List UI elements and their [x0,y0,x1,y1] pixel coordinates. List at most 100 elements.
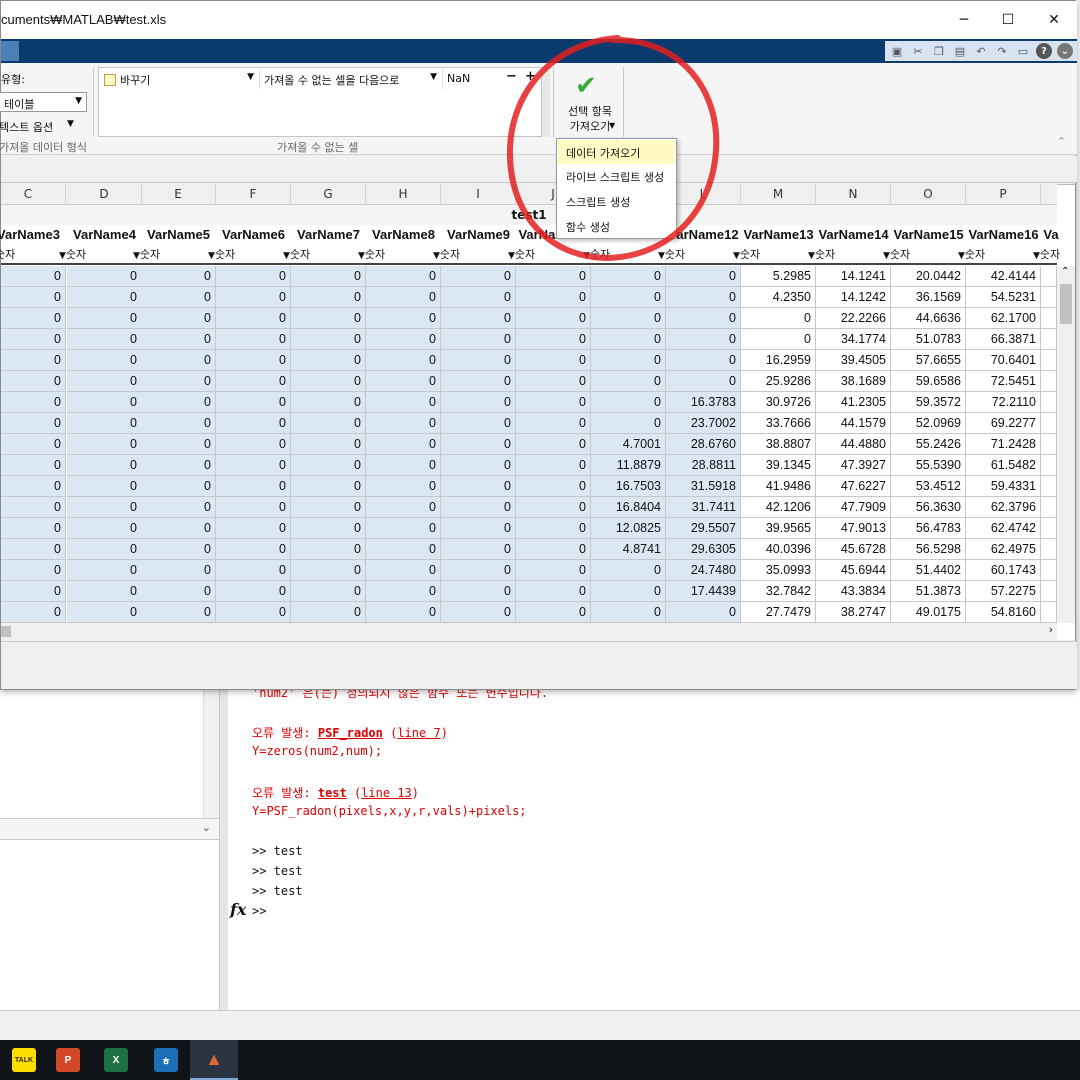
table-cell[interactable] [1041,497,1057,518]
table-cell[interactable]: 12.0825 [591,518,666,539]
minimize-button[interactable]: ─ [941,1,987,39]
table-cell[interactable]: 47.9013 [816,518,891,539]
table-cell[interactable]: 0 [291,413,366,434]
table-cell[interactable] [1041,266,1057,287]
table-cell[interactable]: 0 [1,392,66,413]
rule-value-input[interactable]: NaN [442,69,502,89]
table-cell[interactable]: 0 [141,392,216,413]
table-cell[interactable]: 14.1242 [816,287,891,308]
table-cell[interactable]: 0 [366,602,441,623]
table-cell[interactable]: 16.8404 [591,497,666,518]
table-cell[interactable] [1041,581,1057,602]
table-cell[interactable]: 51.0783 [891,329,966,350]
table-cell[interactable]: 0 [141,581,216,602]
taskbar-powerpoint[interactable]: P [44,1040,92,1080]
table-cell[interactable]: 43.3834 [816,581,891,602]
table-cell[interactable]: 44.4880 [816,434,891,455]
variable-name-header[interactable]: VarName14 [816,225,891,245]
table-cell[interactable]: 0 [67,266,142,287]
rule-list[interactable]: 바꾸기 ▼ 가져올 수 없는 셀을 다음으로 ▼ NaN − + [98,67,542,137]
table-cell[interactable]: 0 [67,455,142,476]
table-cell[interactable] [1041,287,1057,308]
table-cell[interactable]: 32.7842 [741,581,816,602]
variable-type-dropdown[interactable]: ▼숫자 [583,245,658,265]
table-cell[interactable]: 0 [291,497,366,518]
chevron-down-icon[interactable]: ⌄ [202,821,211,834]
table-cell[interactable] [1041,308,1057,329]
table-cell[interactable]: 0 [516,602,591,623]
table-cell[interactable]: 0 [441,455,516,476]
table-cell[interactable]: 38.2747 [816,602,891,623]
table-cell[interactable]: 0 [291,392,366,413]
table-cell[interactable]: 47.3927 [816,455,891,476]
table-cell[interactable]: 0 [1,539,66,560]
table-cell[interactable]: 4.8741 [591,539,666,560]
scroll-right-icon[interactable]: › [1049,623,1053,636]
table-cell[interactable]: 0 [666,371,741,392]
table-cell[interactable]: 70.6401 [966,350,1041,371]
column-letter[interactable]: G [291,184,366,205]
menu-item-import-data[interactable]: 데이터 가져오기 [558,140,675,164]
table-cell[interactable]: 24.7480 [666,560,741,581]
table-cell[interactable]: 0 [216,539,291,560]
table-cell[interactable]: 0 [67,539,142,560]
table-cell[interactable]: 16.7503 [591,476,666,497]
table-cell[interactable]: 0 [1,434,66,455]
tab-import[interactable] [1,41,19,61]
table-cell[interactable]: 0 [441,308,516,329]
table-cell[interactable]: 5.2985 [741,266,816,287]
variable-name-header[interactable]: VarName4 [67,225,142,245]
function-browser-icon[interactable]: fx [230,900,246,919]
table-cell[interactable]: 0 [216,413,291,434]
remove-rule-button[interactable]: − [506,69,517,84]
menu-item-live-script[interactable]: 라이브 스크립트 생성 [558,164,675,188]
table-cell[interactable] [1041,392,1057,413]
table-cell[interactable]: 30.9726 [741,392,816,413]
table-cell[interactable]: 0 [516,308,591,329]
expand-icon[interactable]: ⌄ [1057,43,1073,59]
table-cell[interactable]: 0 [366,497,441,518]
panel-separator[interactable]: ⌄ [0,818,219,840]
table-cell[interactable] [1041,350,1057,371]
table-cell[interactable]: 0 [516,518,591,539]
table-cell[interactable]: 23.7002 [666,413,741,434]
table-cell[interactable]: 0 [366,392,441,413]
table-cell[interactable]: 0 [516,392,591,413]
table-cell[interactable]: 0 [591,350,666,371]
menu-item-function[interactable]: 함수 생성 [558,214,675,238]
table-cell[interactable]: 0 [67,476,142,497]
table-cell[interactable]: 0 [666,308,741,329]
table-cell[interactable]: 69.2277 [966,413,1041,434]
error-line-link[interactable]: line 7 [397,726,440,740]
table-cell[interactable]: 0 [141,476,216,497]
panel-splitter[interactable] [220,690,228,1010]
table-cell[interactable]: 0 [291,329,366,350]
copy-icon[interactable]: ❐ [931,43,947,59]
table-cell[interactable]: 0 [141,539,216,560]
table-cell[interactable]: 31.7411 [666,497,741,518]
table-cell[interactable]: 0 [366,455,441,476]
table-cell[interactable]: 0 [67,371,142,392]
table-cell[interactable]: 57.6655 [891,350,966,371]
table-cell[interactable]: 71.2428 [966,434,1041,455]
column-letter[interactable]: I [441,184,516,205]
table-cell[interactable]: 0 [141,308,216,329]
table-cell[interactable]: 41.9486 [741,476,816,497]
table-cell[interactable]: 0 [216,455,291,476]
variable-type-dropdown[interactable]: ▼숫자 [358,245,433,265]
table-cell[interactable]: 0 [516,560,591,581]
table-cell[interactable]: 0 [741,308,816,329]
table-name[interactable]: test1 [1,205,1057,225]
table-cell[interactable]: 0 [1,308,66,329]
title-bar[interactable]: cuments₩MATLAB₩test.xls ─ ☐ ✕ [1,1,1077,39]
table-cell[interactable]: 0 [441,434,516,455]
table-cell[interactable]: 0 [441,266,516,287]
table-cell[interactable] [1041,434,1057,455]
table-cell[interactable]: 29.6305 [666,539,741,560]
table-cell[interactable]: 31.5918 [666,476,741,497]
table-cell[interactable] [1041,371,1057,392]
table-cell[interactable]: 20.0442 [891,266,966,287]
table-cell[interactable]: 29.5507 [666,518,741,539]
table-cell[interactable] [1041,560,1057,581]
table-cell[interactable]: 0 [216,350,291,371]
